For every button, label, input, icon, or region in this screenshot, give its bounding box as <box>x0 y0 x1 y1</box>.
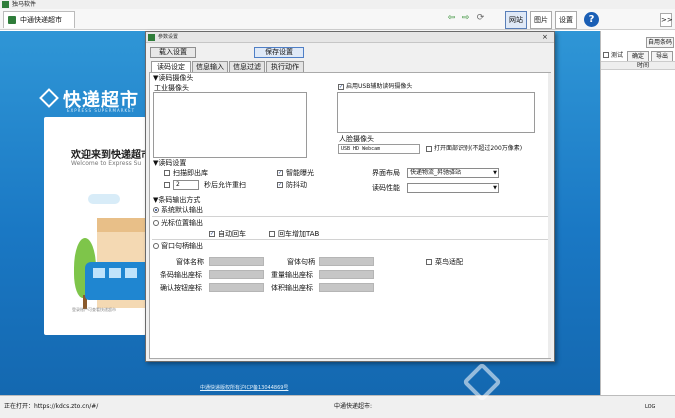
enter-tab-checkbox[interactable] <box>269 231 275 237</box>
system-default-radio[interactable] <box>153 207 159 213</box>
close-icon[interactable]: × <box>542 32 548 43</box>
tab-content: ▼读码摄像头 工业摄像头 ✓ 启用USB辅助读码摄像头 人脸摄像头 USB HD… <box>149 72 551 359</box>
output-section-header: ▼条码输出方式 <box>153 196 201 204</box>
expand-button[interactable]: >> <box>660 13 673 27</box>
confirm-coord-label: 确认按钮座标 <box>160 284 202 292</box>
perf-label: 读码性能 <box>372 184 400 192</box>
perf-select[interactable]: ▼ <box>407 183 499 193</box>
status-middle: 中通快递超市: <box>334 403 373 410</box>
forward-arrow-icon[interactable]: ⇨ <box>460 13 471 24</box>
list-header: 时间 <box>601 61 675 70</box>
auto-enter-checkbox[interactable]: ✓ <box>209 231 215 237</box>
settings-dialog: 参数设置 × 载入设置 保存设置 读码设定 信息输入 信息过滤 执行动作 ▼读码… <box>145 31 555 362</box>
cursor-position-label: 光标位置输出 <box>161 219 203 227</box>
app-title-bar: 独马软件 <box>0 0 675 9</box>
tab-favicon-icon <box>8 16 16 24</box>
confirm-coord-field[interactable] <box>209 283 264 292</box>
layout-select[interactable]: 快递物流_昇驰驿站 ▼ <box>407 168 499 178</box>
barcode-button[interactable]: 自用条码 <box>646 37 674 48</box>
cainiao-checkbox[interactable] <box>426 259 432 265</box>
test-label: 测试 <box>611 52 624 59</box>
cloud-illustration <box>88 194 120 204</box>
weight-coord-label: 重量输出座标 <box>271 271 313 279</box>
window-handle-field[interactable] <box>319 257 374 266</box>
load-settings-button[interactable]: 载入设置 <box>150 47 196 58</box>
volume-coord-field[interactable] <box>319 283 374 292</box>
tab-info-filter[interactable]: 信息过滤 <box>229 61 265 72</box>
divider <box>152 216 548 217</box>
smart-exposure-label: 智能曝光 <box>286 169 314 177</box>
time-column-header: 时间 <box>637 62 650 69</box>
dialog-logo-icon <box>148 34 155 41</box>
image-button[interactable]: 图片 <box>530 11 552 29</box>
usb-camera-checkbox[interactable]: ✓ <box>338 84 344 90</box>
copyright-link[interactable]: 中通快递版权所有沪ICP备13044869号 <box>200 384 288 391</box>
welcome-title: 欢迎来到快递超市 <box>71 150 151 161</box>
refresh-icon[interactable]: ⟳ <box>475 13 486 24</box>
smart-exposure-checkbox[interactable]: ✓ <box>277 170 283 176</box>
anti-shake-checkbox[interactable]: ✓ <box>277 182 283 188</box>
window-name-field[interactable] <box>209 257 264 266</box>
window-name-label: 窗体名称 <box>176 258 204 266</box>
tab-label: 中通快递超市 <box>20 16 62 24</box>
face-recognition-label: 打开面部识别(不超过200万像素) <box>434 145 523 152</box>
window-handle-radio[interactable] <box>153 243 159 249</box>
read-section-header: ▼读码设置 <box>153 159 187 167</box>
app-logo-icon <box>2 1 9 8</box>
settings-button[interactable]: 设置 <box>555 11 577 29</box>
face-camera-select[interactable]: USB HD Webcam <box>338 144 420 154</box>
industrial-camera-label: 工业摄像头 <box>154 84 189 92</box>
status-log[interactable]: LOG <box>645 404 655 410</box>
chevron-down-icon: ▼ <box>493 170 497 176</box>
barcode-coord-field[interactable] <box>209 270 264 279</box>
face-recognition-checkbox[interactable] <box>426 146 432 152</box>
website-button[interactable]: 网站 <box>505 11 527 29</box>
volume-coord-label: 体积输出座标 <box>271 284 313 292</box>
content-scrollbar[interactable] <box>548 73 551 358</box>
right-panel: 自用条码 测试 确定 导出 时间 <box>600 31 675 395</box>
dialog-title: 参数设置 <box>158 34 179 40</box>
status-url: 正在打开：https://kdcs.zto.cn/#/ <box>4 403 99 410</box>
camera-section-header: ▼读码摄像头 <box>153 74 194 82</box>
usb-camera-preview[interactable] <box>337 92 535 133</box>
help-icon[interactable]: ? <box>584 12 599 27</box>
status-bar: 正在打开：https://kdcs.zto.cn/#/ 中通快递超市: LOG <box>0 395 675 418</box>
face-camera-label: 人脸摄像头 <box>339 135 374 143</box>
usb-camera-label: 启用USB辅助读码摄像头 <box>346 83 413 90</box>
enter-tab-label: 回车增加TAB <box>278 230 320 238</box>
system-default-label: 系统默认输出 <box>161 206 203 214</box>
auto-enter-label: 自动回车 <box>218 230 246 238</box>
rescan-seconds-input[interactable]: 2 <box>173 180 199 190</box>
rescan-label: 秒后允许重扫 <box>204 181 246 189</box>
browser-tab[interactable]: 中通快递超市 <box>3 11 75 28</box>
welcome-subtitle: Welcome to Express Su <box>71 160 142 167</box>
tab-actions[interactable]: 执行动作 <box>266 61 304 72</box>
bus-illustration <box>85 262 146 300</box>
barcode-coord-label: 条码输出座标 <box>160 271 202 279</box>
anti-shake-label: 防抖动 <box>286 181 307 189</box>
rescan-checkbox[interactable] <box>164 182 170 188</box>
tab-info-input[interactable]: 信息输入 <box>192 61 228 72</box>
back-arrow-icon[interactable]: ⇦ <box>446 13 457 24</box>
cursor-position-radio[interactable] <box>153 220 159 226</box>
chevron-down-icon: ▼ <box>493 185 497 191</box>
window-handle-label: 窗口句柄输出 <box>161 242 203 250</box>
window-handle-field-label: 窗体句柄 <box>287 258 315 266</box>
test-checkbox[interactable] <box>603 52 609 58</box>
welcome-footer: 登录账户可查看快递超市 <box>72 307 116 312</box>
app-title: 独马软件 <box>12 1 37 8</box>
site-logo-subtitle: EXPRESS SUPERMARKET <box>67 108 136 113</box>
layout-label: 界面布局 <box>372 169 400 177</box>
save-settings-button[interactable]: 保存设置 <box>254 47 304 58</box>
scan-exit-label: 扫描即出库 <box>173 169 208 177</box>
dialog-titlebar: 参数设置 × <box>146 32 554 43</box>
industrial-camera-preview[interactable] <box>153 92 307 158</box>
weight-coord-field[interactable] <box>319 270 374 279</box>
scan-exit-checkbox[interactable] <box>164 170 170 176</box>
divider <box>152 239 548 240</box>
cainiao-label: 菜鸟适配 <box>435 258 463 266</box>
